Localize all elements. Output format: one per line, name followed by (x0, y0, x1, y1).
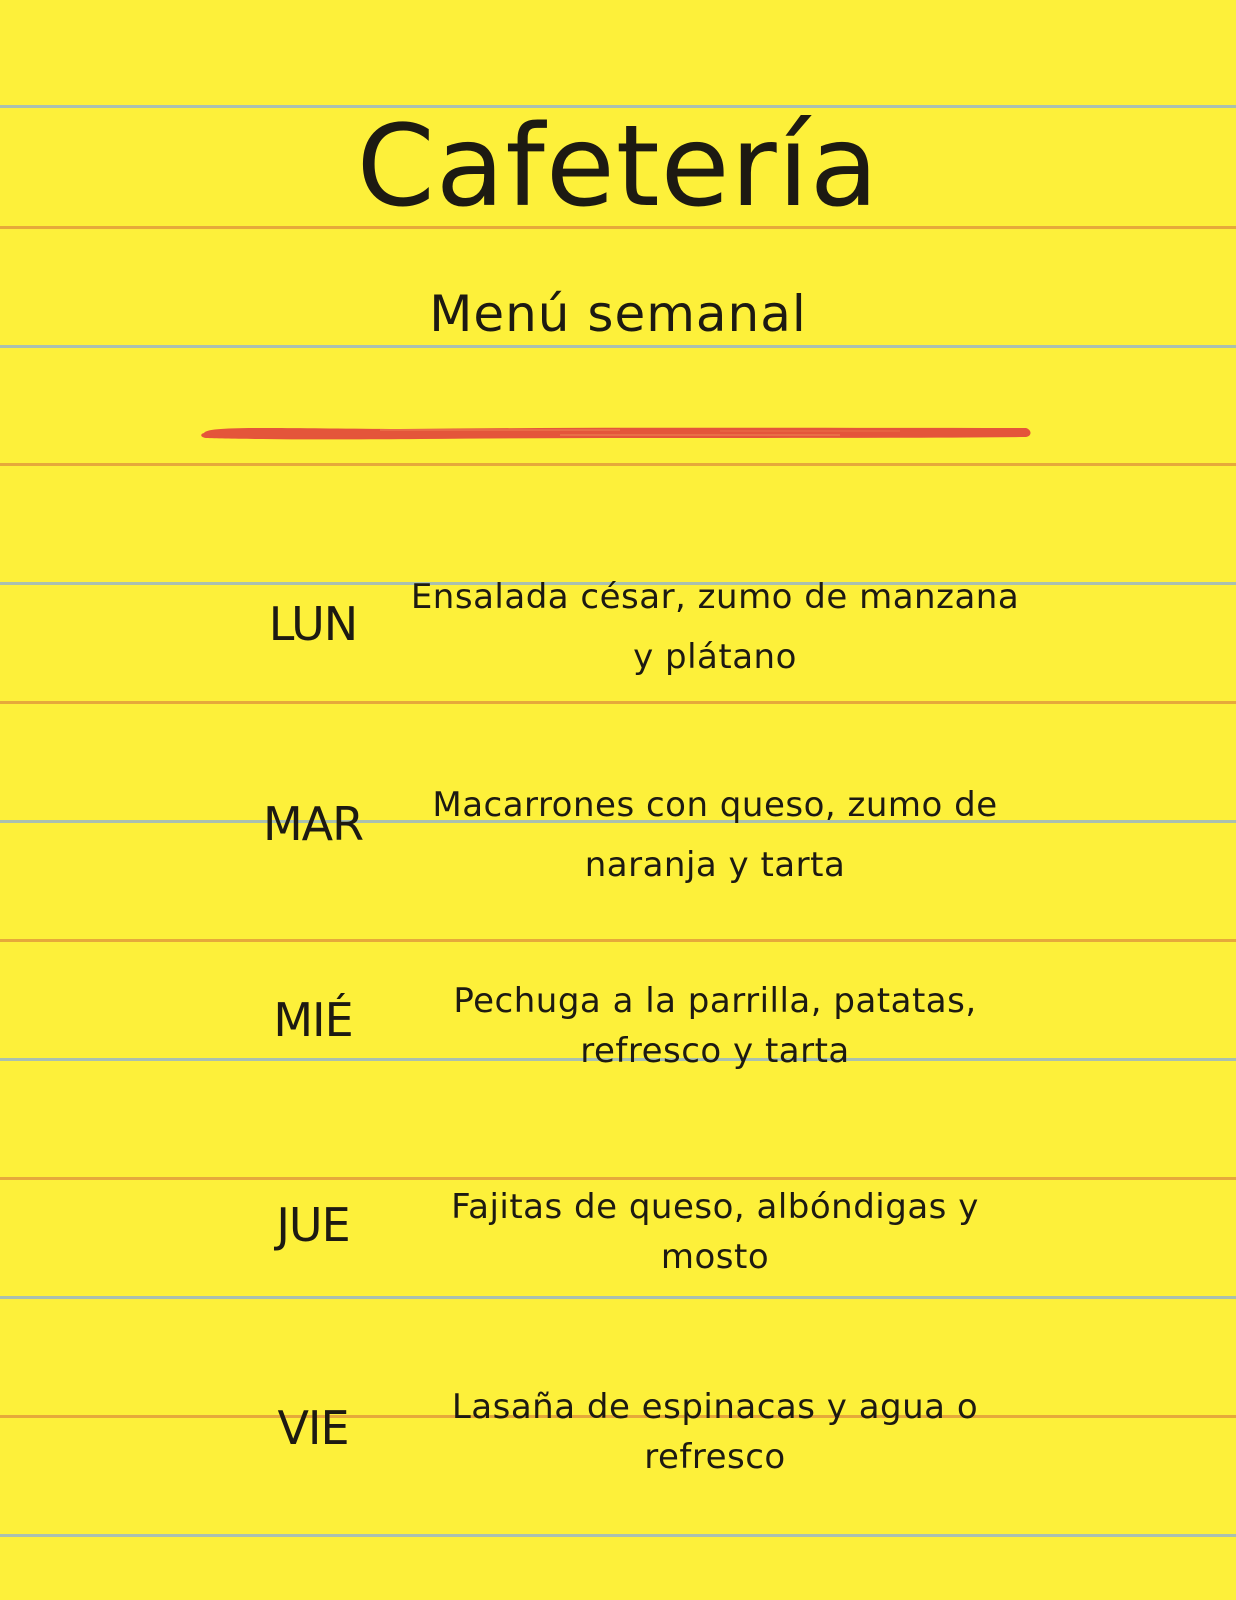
meal-text-vie: Lasaña de espinacas y agua o refresco (451, 1387, 979, 1477)
meal-text-jue: Fajitas de queso, albóndigas y mosto (451, 1187, 979, 1277)
meal-text-lun: Ensalada césar, zumo de manzana y plátan… (410, 577, 1020, 677)
day-label-mie: MIÉ (273, 993, 353, 1047)
page-subtitle: Menú semanal (429, 285, 807, 343)
ruled-line (0, 463, 1236, 466)
ruled-line (0, 1296, 1236, 1299)
ruled-line (0, 939, 1236, 942)
meal-text-mar: Macarrones con queso, zumo de naranja y … (432, 785, 998, 885)
day-label-jue: JUE (276, 1198, 350, 1252)
ruled-line (0, 1177, 1236, 1180)
day-label-mar: MAR (262, 797, 364, 851)
menu-page: Cafetería Menú semanal LUN Ensalada césa… (0, 0, 1236, 1600)
ruled-line (0, 1534, 1236, 1537)
page-title: Cafetería (356, 102, 880, 232)
meal-text-mie: Pechuga a la parrilla, patatas, refresco… (453, 981, 977, 1071)
brush-stroke-divider (201, 427, 1031, 440)
ruled-line (0, 701, 1236, 704)
day-label-vie: VIE (277, 1401, 349, 1455)
day-label-lun: LUN (268, 597, 358, 651)
